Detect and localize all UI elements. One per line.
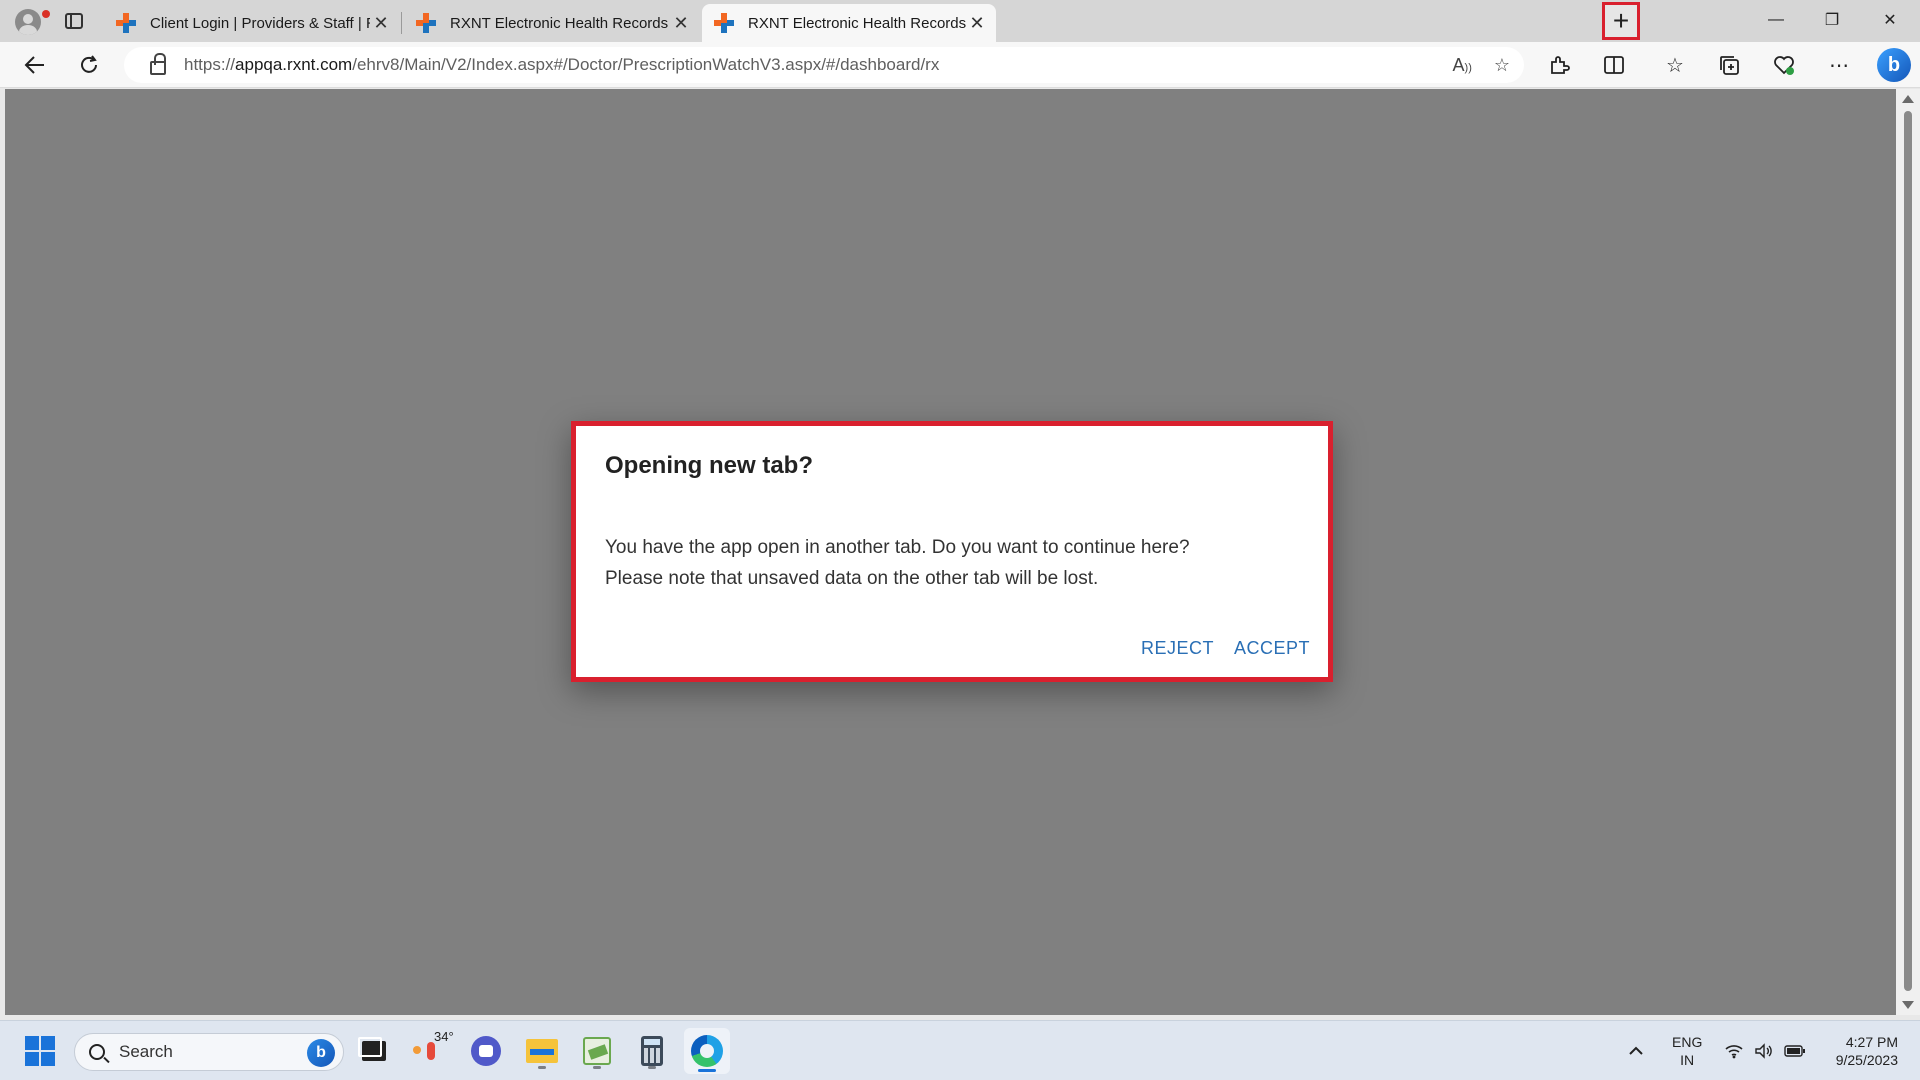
app-running-indicator xyxy=(538,1066,546,1069)
task-view-button[interactable] xyxy=(354,1031,394,1071)
edge-icon xyxy=(691,1035,723,1067)
tab-actions-button[interactable] xyxy=(58,6,90,36)
taskbar-search[interactable]: Search b xyxy=(74,1033,344,1071)
calculator-button[interactable] xyxy=(632,1031,672,1071)
split-screen-icon[interactable] xyxy=(1597,48,1631,82)
chevron-up-icon xyxy=(1629,1046,1643,1055)
folder-icon xyxy=(526,1039,558,1063)
wifi-icon xyxy=(1725,1045,1743,1059)
teams-chat-button[interactable] xyxy=(466,1031,506,1071)
bing-icon: b xyxy=(307,1039,335,1067)
lock-icon[interactable] xyxy=(150,53,166,75)
rxnt-favicon-icon xyxy=(714,13,734,33)
read-aloud-icon[interactable]: A)) xyxy=(1453,55,1472,76)
close-tab-icon[interactable]: ✕ xyxy=(966,12,988,34)
dialog-title: Opening new tab? xyxy=(605,452,813,479)
close-tab-icon[interactable]: ✕ xyxy=(670,12,692,34)
app-running-indicator xyxy=(593,1066,601,1069)
tab-title: RXNT Electronic Health Records xyxy=(748,14,966,32)
app-active-indicator xyxy=(698,1069,716,1072)
battery-icon xyxy=(1784,1045,1805,1057)
clock[interactable]: 4:27 PM 9/25/2023 xyxy=(1822,1021,1898,1080)
favorite-star-icon[interactable]: ☆ xyxy=(1494,55,1510,76)
language-code: ENG xyxy=(1672,1034,1703,1050)
address-bar[interactable]: https://appqa.rxnt.com/ehrv8/Main/V2/Ind… xyxy=(124,47,1524,83)
collections-icon[interactable] xyxy=(1712,48,1746,82)
system-status-area[interactable] xyxy=(1724,1021,1806,1080)
paint-icon xyxy=(583,1037,611,1065)
volume-icon xyxy=(1755,1043,1772,1059)
new-tab-button[interactable]: + xyxy=(1602,2,1640,40)
bing-copilot-icon[interactable]: b xyxy=(1874,45,1914,85)
clock-date: 9/25/2023 xyxy=(1835,1052,1898,1068)
file-explorer-button[interactable] xyxy=(522,1031,562,1071)
close-tab-icon[interactable]: ✕ xyxy=(370,12,392,34)
tab-client-login[interactable]: Client Login | Providers & Staff | RXNT … xyxy=(104,4,400,42)
back-icon xyxy=(24,56,44,74)
chat-icon xyxy=(471,1036,501,1066)
opening-new-tab-dialog: Opening new tab? You have the app open i… xyxy=(571,421,1333,682)
app-running-indicator xyxy=(648,1066,656,1069)
profile-avatar-icon xyxy=(15,9,41,35)
tab-rxnt-ehr-1[interactable]: RXNT Electronic Health Records ✕ xyxy=(404,4,700,42)
restore-button[interactable]: ❐ xyxy=(1804,0,1860,40)
tab-title: RXNT Electronic Health Records xyxy=(450,14,669,32)
tab-title: Client Login | Providers & Staff | RXNT xyxy=(150,14,370,32)
browser-toolbar: https://appqa.rxnt.com/ehrv8/Main/V2/Ind… xyxy=(0,42,1920,88)
windows-logo-icon xyxy=(25,1036,55,1066)
favorites-icon[interactable]: ☆ xyxy=(1658,48,1692,82)
extensions-icon[interactable] xyxy=(1542,48,1576,82)
scroll-thumb[interactable] xyxy=(1904,111,1912,991)
minimize-button[interactable]: — xyxy=(1748,0,1804,40)
url-text: https://appqa.rxnt.com/ehrv8/Main/V2/Ind… xyxy=(184,55,940,74)
scroll-up-icon[interactable] xyxy=(1902,95,1914,103)
taskbar: Search b 34° ENG IN 4:27 PM 9/25/2023 xyxy=(0,1020,1920,1080)
accept-button[interactable]: ACCEPT xyxy=(1234,638,1310,659)
calculator-icon xyxy=(641,1036,663,1066)
profile-button[interactable] xyxy=(8,4,50,40)
rxnt-favicon-icon xyxy=(416,13,436,33)
more-icon[interactable]: ⋯ xyxy=(1822,48,1856,82)
close-window-button[interactable]: ✕ xyxy=(1862,0,1918,40)
paint-app-button[interactable] xyxy=(577,1031,617,1071)
back-button[interactable] xyxy=(18,48,52,82)
dialog-body-line: You have the app open in another tab. Do… xyxy=(605,537,1190,558)
dialog-body: You have the app open in another tab. Do… xyxy=(605,532,1305,594)
start-button[interactable] xyxy=(20,1031,60,1071)
clock-time: 4:27 PM xyxy=(1845,1034,1898,1050)
refresh-icon xyxy=(81,55,97,73)
edge-browser-button[interactable] xyxy=(684,1028,730,1074)
region-code: IN xyxy=(1680,1052,1695,1068)
scroll-down-icon[interactable] xyxy=(1902,1001,1914,1009)
task-view-icon xyxy=(358,1037,386,1061)
refresh-button[interactable] xyxy=(72,48,106,82)
notification-dot xyxy=(42,10,50,18)
tab-rxnt-ehr-active[interactable]: RXNT Electronic Health Records ✕ xyxy=(702,4,996,42)
search-icon xyxy=(89,1044,105,1060)
browser-essentials-icon[interactable] xyxy=(1767,48,1801,82)
scrollbar[interactable] xyxy=(1896,89,1920,1015)
language-indicator[interactable]: ENG IN xyxy=(1672,1021,1702,1080)
weather-widget[interactable]: 34° xyxy=(412,1029,454,1071)
dialog-actions: REJECT ACCEPT xyxy=(1141,638,1310,659)
search-placeholder: Search xyxy=(119,1042,173,1061)
tab-strip: Client Login | Providers & Staff | RXNT … xyxy=(0,0,1920,42)
dialog-body-line: Please note that unsaved data on the oth… xyxy=(605,568,1099,589)
tab-actions-icon xyxy=(65,13,83,29)
tab-separator xyxy=(401,12,402,34)
rxnt-favicon-icon xyxy=(116,13,136,33)
reject-button[interactable]: REJECT xyxy=(1141,638,1214,659)
weather-temp: 34° xyxy=(434,1029,454,1044)
show-hidden-icons-button[interactable] xyxy=(1628,1021,1644,1080)
